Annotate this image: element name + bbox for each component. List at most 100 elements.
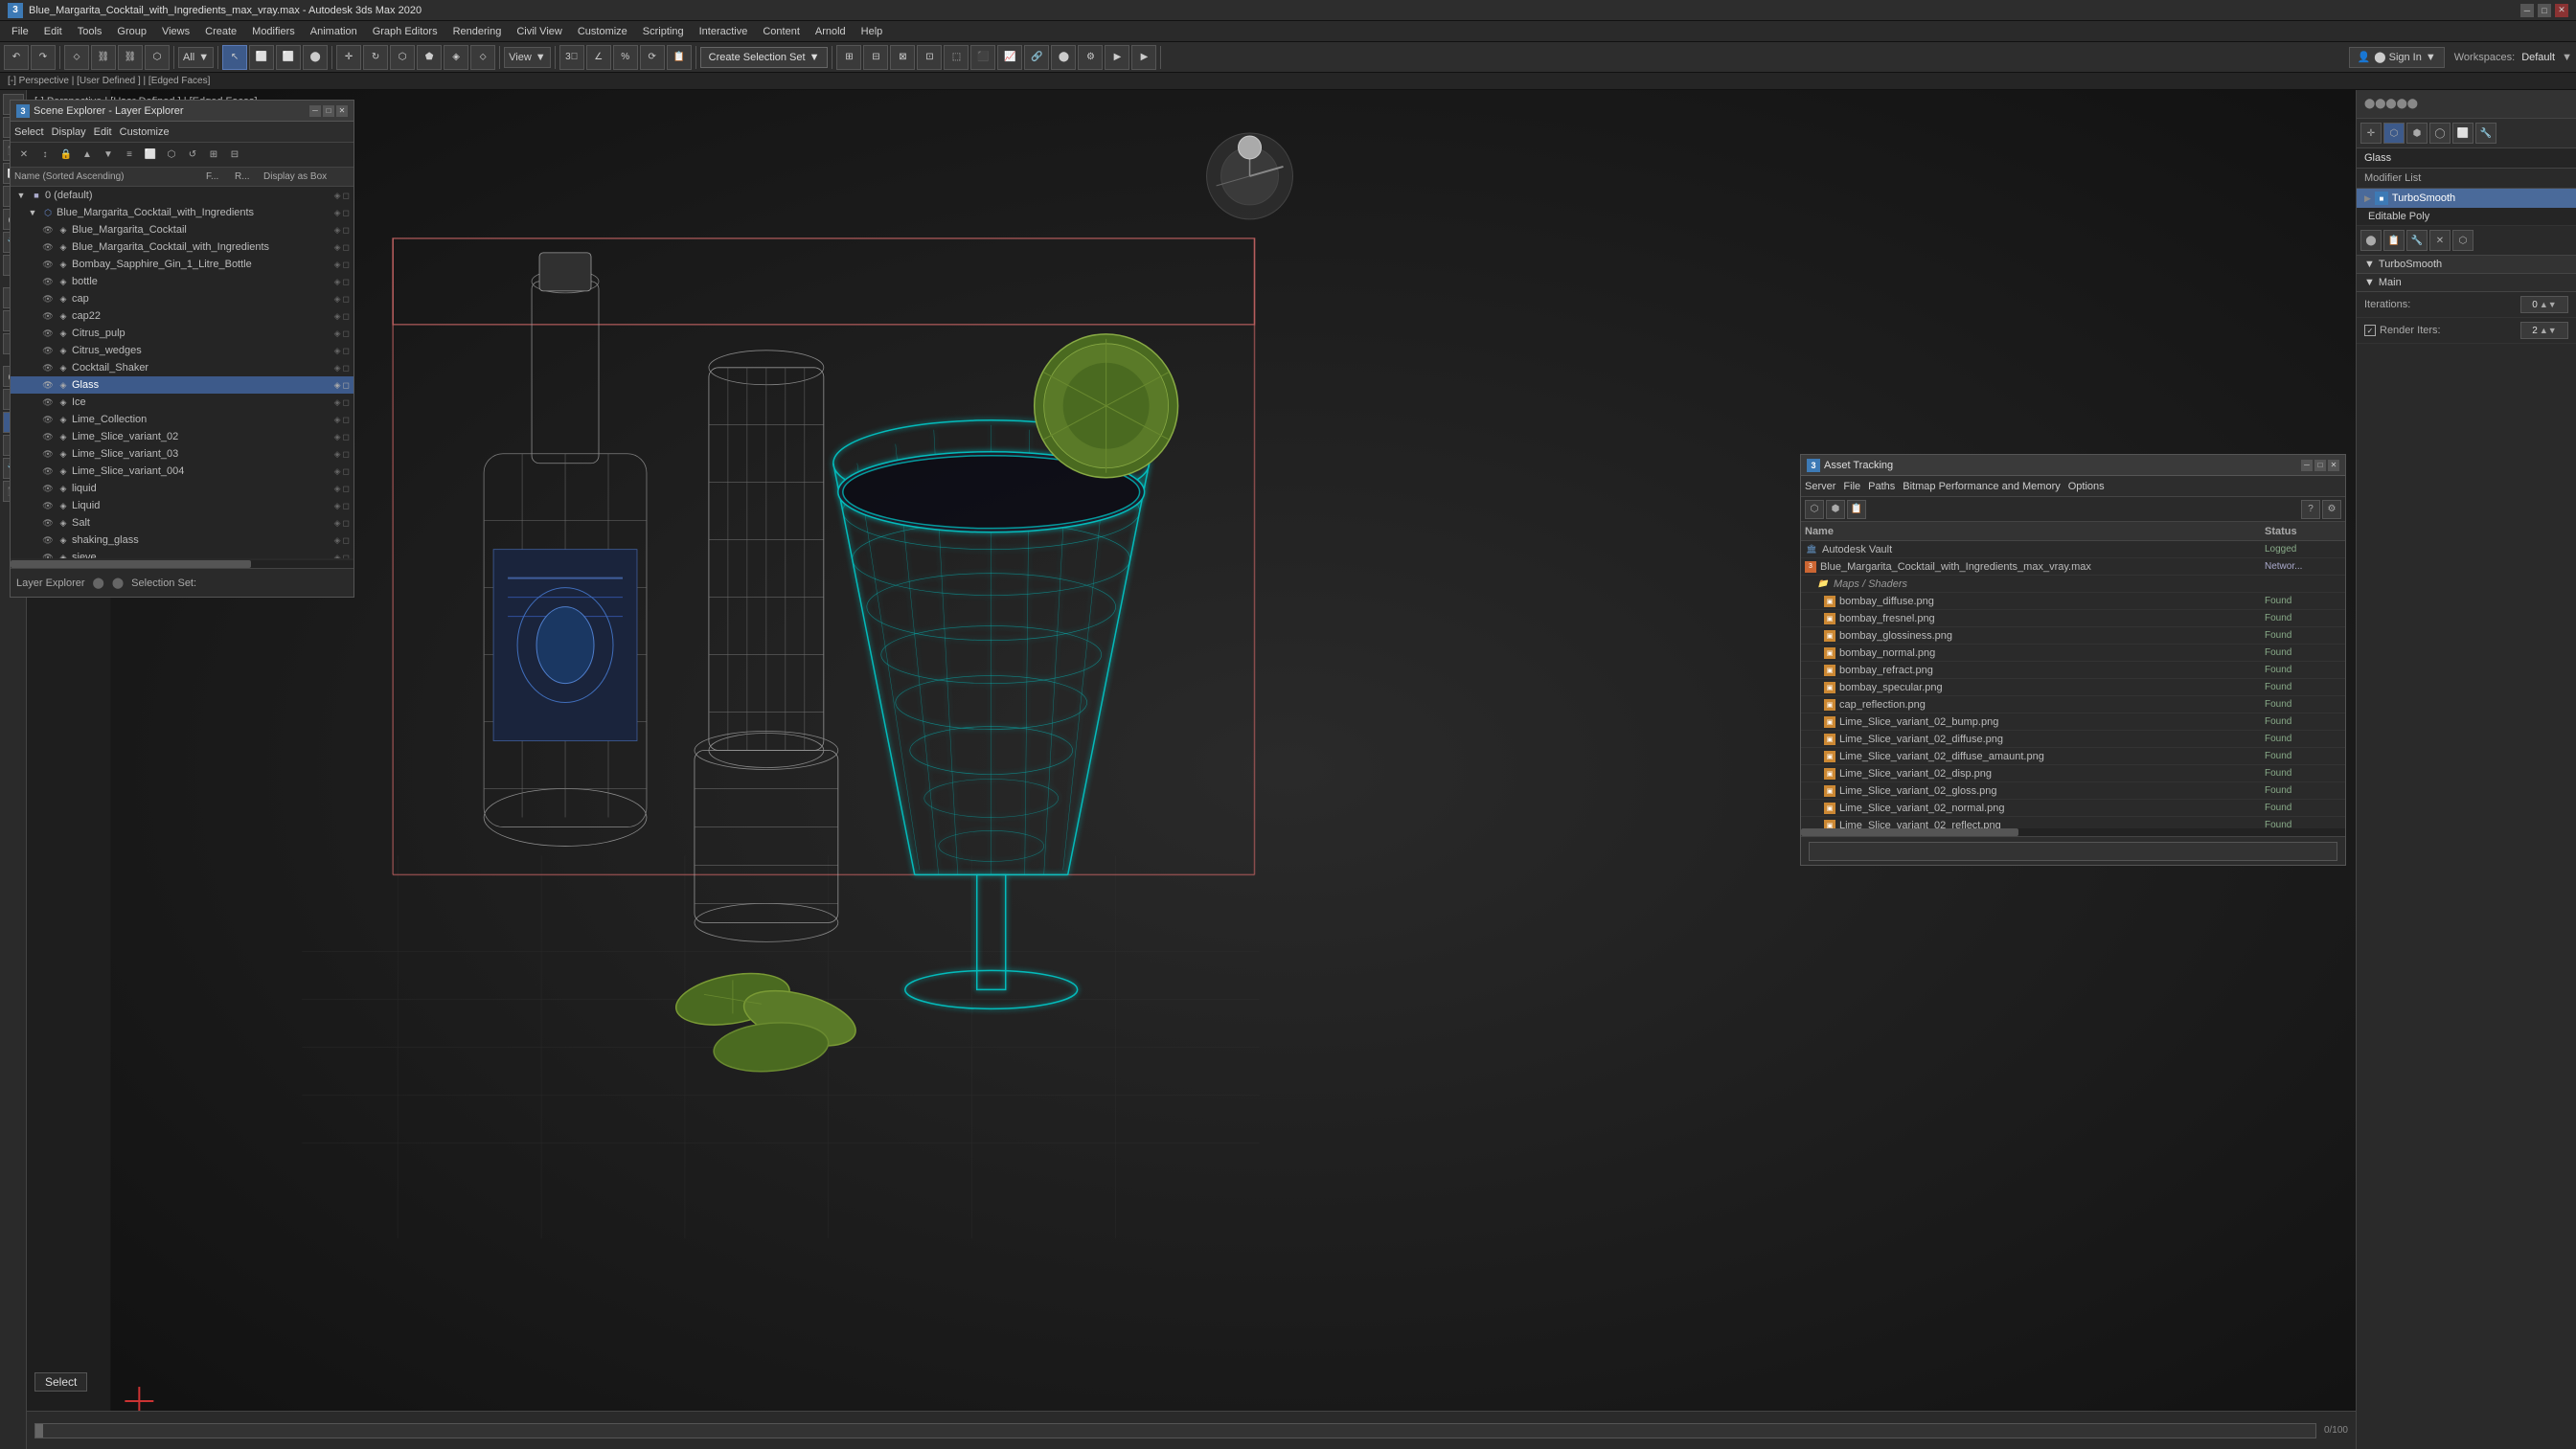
at-btn-1[interactable]: ⬡	[1805, 500, 1824, 519]
bind-space-button[interactable]: ⬡	[145, 45, 170, 70]
modifier-turbosmooth[interactable]: ▶ ■ TurboSmooth	[2357, 189, 2576, 208]
rp-display-icon[interactable]: ⬜	[2452, 123, 2473, 144]
at-row-bombay-normal[interactable]: ▣ bombay_normal.png Found	[1801, 645, 2345, 662]
material-editor-button[interactable]: ⬤	[1051, 45, 1076, 70]
asset-tracking-close[interactable]: ✕	[2328, 460, 2339, 471]
menu-tools[interactable]: Tools	[70, 24, 110, 39]
se-menu-edit[interactable]: Edit	[94, 126, 112, 138]
snap-angle-button[interactable]: ∠	[586, 45, 611, 70]
asset-tracking-table-body[interactable]: 🏛 Autodesk Vault Logged 3 Blue_Margarita…	[1801, 541, 2345, 855]
squash-button[interactable]: ⬟	[417, 45, 442, 70]
se-none-btn[interactable]: ⬜	[141, 146, 160, 165]
se-sync-btn[interactable]: ↺	[183, 146, 202, 165]
rp-create-icon[interactable]: ✛	[2360, 123, 2382, 144]
mod-btn-5[interactable]: ⬡	[2452, 230, 2473, 251]
select-link-button[interactable]: ⛓	[91, 45, 116, 70]
paint-select-button[interactable]: ⬤	[303, 45, 328, 70]
tree-row-root[interactable]: ▼ ■ 0 (default) ◈ ◻	[11, 187, 353, 204]
menu-views[interactable]: Views	[154, 24, 197, 39]
at-row-lime02-normal[interactable]: ▣ Lime_Slice_variant_02_normal.png Found	[1801, 800, 2345, 817]
scene-explorer-close[interactable]: ✕	[336, 105, 348, 117]
se-all-btn[interactable]: ≡	[120, 146, 139, 165]
at-row-bombay-glossiness[interactable]: ▣ bombay_glossiness.png Found	[1801, 627, 2345, 645]
select-place-button[interactable]: ⬦	[470, 45, 495, 70]
select-obj-button[interactable]: ⬦	[64, 45, 89, 70]
at-row-bombay-diffuse[interactable]: ▣ bombay_diffuse.png Found	[1801, 593, 2345, 610]
render-production-button[interactable]: ▶	[1131, 45, 1156, 70]
scene-explorer-restore[interactable]: □	[323, 105, 334, 117]
close-button[interactable]: ✕	[2555, 4, 2568, 17]
menu-customize[interactable]: Customize	[570, 24, 635, 39]
align-button[interactable]: ⊟	[863, 45, 888, 70]
at-row-maps-shaders[interactable]: 📁 Maps / Shaders	[1801, 576, 2345, 593]
tree-row-lime-collection[interactable]: 👁 ◈ Lime_Collection ◈ ◻	[11, 411, 353, 428]
tree-row-bombay[interactable]: 👁 ◈ Bombay_Sapphire_Gin_1_Litre_Bottle ◈…	[11, 256, 353, 273]
at-settings-btn[interactable]: ⚙	[2322, 500, 2341, 519]
asset-tracking-restore[interactable]: □	[2314, 460, 2326, 471]
tree-row-citrus-wedges[interactable]: 👁 ◈ Citrus_wedges ◈ ◻	[11, 342, 353, 359]
mod-btn-4[interactable]: ✕	[2429, 230, 2451, 251]
se-expand-btn[interactable]: ⊞	[204, 146, 223, 165]
turbosmooth-section[interactable]: ▼ TurboSmooth	[2357, 256, 2576, 274]
select-button[interactable]: Select	[34, 1372, 87, 1392]
at-row-lime02-gloss[interactable]: ▣ Lime_Slice_variant_02_gloss.png Found	[1801, 782, 2345, 800]
scene-explorer-scrollbar[interactable]	[11, 560, 353, 568]
at-help-btn[interactable]: ?	[2301, 500, 2320, 519]
select-tool-button[interactable]: ↖	[222, 45, 247, 70]
minimize-button[interactable]: ─	[2520, 4, 2534, 17]
tree-row-liquid2[interactable]: 👁 ◈ Liquid ◈ ◻	[11, 497, 353, 514]
tree-row-bottle[interactable]: 👁 ◈ bottle ◈ ◻	[11, 273, 353, 290]
menu-arnold[interactable]: Arnold	[808, 24, 854, 39]
undo-button[interactable]: ↶	[4, 45, 29, 70]
curve-editor-button[interactable]: 📈	[997, 45, 1022, 70]
tree-row-blue-cock[interactable]: 👁 ◈ Blue_Margarita_Cocktail ◈ ◻	[11, 221, 353, 238]
se-lock-btn[interactable]: 🔒	[57, 146, 76, 165]
menu-create[interactable]: Create	[197, 24, 244, 39]
at-row-bombay-fresnel[interactable]: ▣ bombay_fresnel.png Found	[1801, 610, 2345, 627]
rp-modify-icon[interactable]: ⬡	[2383, 123, 2405, 144]
at-row-max-file[interactable]: 3 Blue_Margarita_Cocktail_with_Ingredien…	[1801, 558, 2345, 576]
selection-filter-dropdown[interactable]: All ▼	[178, 47, 214, 68]
at-row-cap-reflection[interactable]: ▣ cap_reflection.png Found	[1801, 696, 2345, 713]
snap-3d-button[interactable]: 3⃣	[559, 45, 584, 70]
se-menu-customize[interactable]: Customize	[120, 126, 170, 138]
se-up-btn[interactable]: ▲	[78, 146, 97, 165]
at-menu-file[interactable]: File	[1843, 481, 1860, 492]
mod-btn-3[interactable]: 🔧	[2406, 230, 2428, 251]
tree-row-liquid[interactable]: 👁 ◈ liquid ◈ ◻	[11, 480, 353, 497]
tree-row-blue-ing[interactable]: ▼ ⬡ Blue_Margarita_Cocktail_with_Ingredi…	[11, 204, 353, 221]
se-invert-btn[interactable]: ⬡	[162, 146, 181, 165]
spacing-button[interactable]: ⊠	[890, 45, 915, 70]
render-frame-button[interactable]: ▶	[1105, 45, 1129, 70]
at-row-lime02-diffuse[interactable]: ▣ Lime_Slice_variant_02_diffuse.png Foun…	[1801, 731, 2345, 748]
menu-graph-editors[interactable]: Graph Editors	[365, 24, 445, 39]
mod-btn-1[interactable]: ⬤	[2360, 230, 2382, 251]
at-search-input[interactable]	[1809, 842, 2337, 861]
spinner-snap-button[interactable]: ⟳	[640, 45, 665, 70]
edit-named-sel-button[interactable]: 📋	[667, 45, 692, 70]
menu-content[interactable]: Content	[755, 24, 808, 39]
at-menu-server[interactable]: Server	[1805, 481, 1835, 492]
tree-row-glass[interactable]: 👁 ◈ Glass ◈ ◻	[11, 376, 353, 394]
menu-animation[interactable]: Animation	[303, 24, 365, 39]
place-highlight-button[interactable]: ◈	[444, 45, 468, 70]
menu-group[interactable]: Group	[109, 24, 154, 39]
tree-row-cocktail-shaker[interactable]: 👁 ◈ Cocktail_Shaker ◈ ◻	[11, 359, 353, 376]
iterations-value[interactable]: 0 ▲▼	[2520, 296, 2568, 313]
scene-explorer-scrollbar-thumb[interactable]	[11, 560, 251, 568]
sign-in-button[interactable]: 👤 ⬤ Sign In ▼	[2349, 47, 2445, 68]
mirror-button[interactable]: ⊞	[836, 45, 861, 70]
se-menu-select[interactable]: Select	[14, 126, 44, 138]
turbosmooth-main-section[interactable]: ▼ Main	[2357, 274, 2576, 292]
layer-button[interactable]: ⬚	[944, 45, 969, 70]
at-row-lime02-bump[interactable]: ▣ Lime_Slice_variant_02_bump.png Found	[1801, 713, 2345, 731]
rp-hierarchy-icon[interactable]: ⬢	[2406, 123, 2428, 144]
se-close-btn[interactable]: ✕	[14, 146, 34, 165]
render-iters-value[interactable]: 2 ▲▼	[2520, 322, 2568, 339]
scale-button[interactable]: ⬡	[390, 45, 415, 70]
viewport-type-dropdown[interactable]: View ▼	[504, 47, 551, 68]
modifier-editable-poly[interactable]: Editable Poly	[2357, 208, 2576, 225]
tree-row-lime-03[interactable]: 👁 ◈ Lime_Slice_variant_03 ◈ ◻	[11, 445, 353, 463]
menu-rendering[interactable]: Rendering	[445, 24, 510, 39]
tree-row-cap[interactable]: 👁 ◈ cap ◈ ◻	[11, 290, 353, 307]
